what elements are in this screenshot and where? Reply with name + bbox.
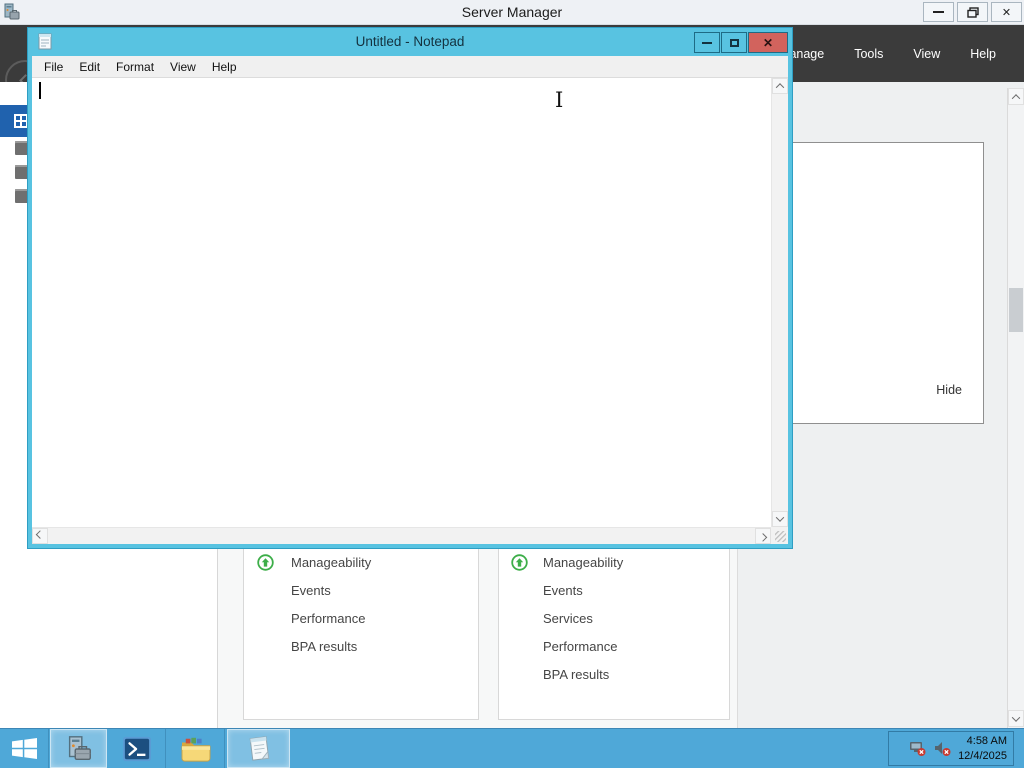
notepad-horizontal-scrollbar[interactable] bbox=[32, 527, 771, 544]
notepad-window: Untitled - Notepad ✕ File Edit Format Vi… bbox=[27, 27, 793, 549]
hide-button[interactable]: Hide bbox=[936, 383, 962, 397]
notepad-minimize-button[interactable] bbox=[694, 32, 720, 53]
taskbar-clock[interactable]: 4:58 AM 12/4/2025 bbox=[958, 734, 1007, 764]
scroll-down-button[interactable] bbox=[772, 511, 788, 527]
server-manager-titlebar: Server Manager ✕ bbox=[0, 0, 1024, 25]
taskbar-item-file-explorer[interactable] bbox=[168, 729, 225, 768]
menu-file[interactable]: File bbox=[36, 57, 71, 77]
menu-format[interactable]: Format bbox=[108, 57, 162, 77]
tile-link-events[interactable]: Events bbox=[543, 583, 583, 598]
notepad-vertical-scrollbar[interactable] bbox=[771, 78, 788, 527]
window-controls: ✕ bbox=[923, 2, 1022, 22]
minimize-icon bbox=[933, 11, 944, 13]
chevron-right-icon bbox=[758, 533, 768, 542]
window-title: Server Manager bbox=[461, 4, 563, 20]
scroll-left-button[interactable] bbox=[32, 528, 48, 544]
notepad-menubar: File Edit Format View Help bbox=[32, 56, 788, 78]
notepad-text-area[interactable] bbox=[32, 78, 771, 527]
chevron-left-icon bbox=[35, 530, 45, 539]
tray-date: 12/4/2025 bbox=[958, 749, 1007, 762]
server-manager-icon bbox=[68, 735, 91, 760]
chevron-up-icon bbox=[775, 83, 785, 92]
tile-link-performance[interactable]: Performance bbox=[291, 611, 365, 626]
tile-link-bpa-results[interactable]: BPA results bbox=[291, 639, 357, 654]
powershell-icon bbox=[123, 736, 151, 761]
tile-link-bpa-results[interactable]: BPA results bbox=[543, 667, 609, 682]
close-icon: ✕ bbox=[1001, 6, 1012, 19]
tray-time: 4:58 AM bbox=[966, 734, 1007, 747]
notepad-icon bbox=[249, 735, 269, 761]
network-status-icon[interactable] bbox=[908, 740, 927, 757]
maximize-icon bbox=[729, 38, 739, 47]
notepad-maximize-button[interactable] bbox=[721, 32, 747, 53]
tile-link-manageability[interactable]: Manageability bbox=[291, 555, 371, 570]
taskbar-item-notepad[interactable] bbox=[227, 729, 290, 768]
volume-muted-icon[interactable] bbox=[933, 740, 952, 757]
scroll-down-button[interactable] bbox=[1008, 710, 1024, 727]
status-up-icon bbox=[511, 554, 528, 571]
notepad-close-button[interactable]: ✕ bbox=[748, 32, 788, 53]
restore-button[interactable] bbox=[957, 2, 988, 22]
chevron-down-icon bbox=[775, 513, 785, 522]
scroll-up-button[interactable] bbox=[1008, 88, 1024, 105]
menu-help[interactable]: Help bbox=[968, 43, 998, 65]
system-tray: 4:58 AM 12/4/2025 bbox=[888, 731, 1014, 766]
status-up-icon bbox=[257, 554, 274, 571]
menu-tools[interactable]: Tools bbox=[852, 43, 885, 65]
taskbar-item-server-manager[interactable] bbox=[50, 729, 107, 768]
text-caret bbox=[39, 82, 41, 99]
menu-edit[interactable]: Edit bbox=[71, 57, 108, 77]
tile-link-manageability[interactable]: Manageability bbox=[543, 555, 623, 570]
folder-icon bbox=[181, 737, 211, 762]
restore-icon bbox=[966, 6, 979, 18]
minimize-icon bbox=[702, 41, 712, 44]
close-button[interactable]: ✕ bbox=[991, 2, 1022, 22]
grip-icon bbox=[775, 531, 786, 542]
chevron-down-icon bbox=[1011, 712, 1021, 722]
resize-grip[interactable] bbox=[771, 527, 788, 544]
notepad-body bbox=[32, 78, 788, 544]
tile-link-performance[interactable]: Performance bbox=[543, 639, 617, 654]
server-manager-menu: Manage Tools View Help bbox=[777, 25, 998, 82]
desktop: Server Manager ✕ Manage Tools View Help bbox=[0, 0, 1024, 768]
tile-link-services[interactable]: Services bbox=[543, 611, 593, 626]
menu-help[interactable]: Help bbox=[204, 57, 245, 77]
scroll-right-button[interactable] bbox=[755, 528, 771, 544]
tile-link-events[interactable]: Events bbox=[291, 583, 331, 598]
minimize-button[interactable] bbox=[923, 2, 954, 22]
close-icon: ✕ bbox=[762, 35, 774, 50]
ibeam-cursor: I bbox=[555, 88, 564, 112]
notepad-title: Untitled - Notepad bbox=[355, 34, 465, 49]
scroll-up-button[interactable] bbox=[772, 78, 788, 94]
scrollbar-thumb[interactable] bbox=[1009, 288, 1023, 332]
menu-view[interactable]: View bbox=[911, 43, 942, 65]
windows-logo-icon bbox=[11, 738, 37, 759]
taskbar: 4:58 AM 12/4/2025 bbox=[0, 728, 1024, 768]
taskbar-item-powershell[interactable] bbox=[109, 729, 166, 768]
start-button[interactable] bbox=[0, 729, 49, 768]
page-scrollbar[interactable] bbox=[1007, 88, 1024, 728]
menu-view[interactable]: View bbox=[162, 57, 204, 77]
chevron-up-icon bbox=[1011, 93, 1021, 103]
dashboard-icon bbox=[14, 114, 28, 128]
